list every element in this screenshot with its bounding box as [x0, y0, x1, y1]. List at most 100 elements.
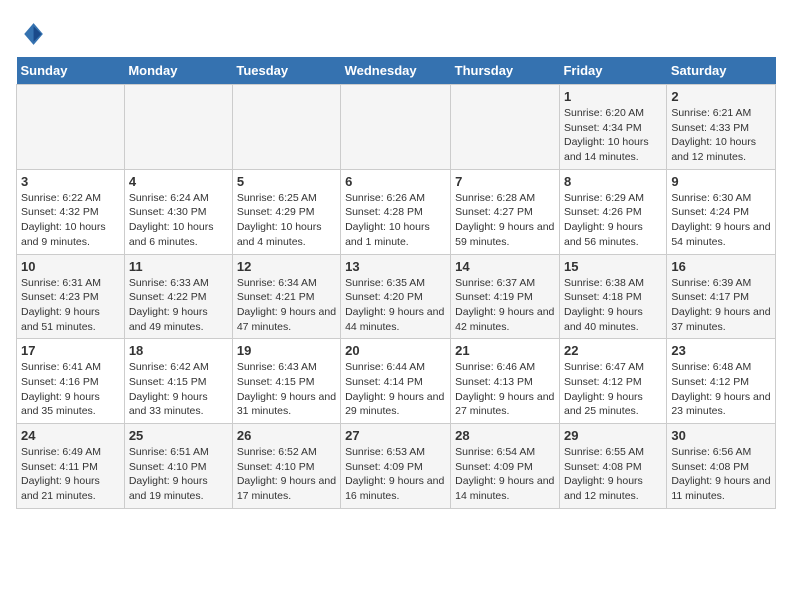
- day-number: 8: [564, 174, 662, 189]
- day-info: Sunrise: 6:48 AM Sunset: 4:12 PM Dayligh…: [671, 360, 771, 419]
- weekday-header-saturday: Saturday: [667, 57, 776, 85]
- calendar-cell: 21 Sunrise: 6:46 AM Sunset: 4:13 PM Dayli…: [451, 339, 560, 424]
- day-info: Sunrise: 6:31 AM Sunset: 4:23 PM Dayligh…: [21, 276, 120, 335]
- logo: [16, 20, 50, 53]
- day-info: Sunrise: 6:39 AM Sunset: 4:17 PM Dayligh…: [671, 276, 771, 335]
- day-info: Sunrise: 6:29 AM Sunset: 4:26 PM Dayligh…: [564, 191, 662, 250]
- day-info: Sunrise: 6:52 AM Sunset: 4:10 PM Dayligh…: [237, 445, 336, 504]
- calendar-cell: 10 Sunrise: 6:31 AM Sunset: 4:23 PM Dayli…: [17, 254, 125, 339]
- day-number: 3: [21, 174, 120, 189]
- day-number: 21: [455, 343, 555, 358]
- calendar-cell: 17 Sunrise: 6:41 AM Sunset: 4:16 PM Dayli…: [17, 339, 125, 424]
- day-info: Sunrise: 6:21 AM Sunset: 4:33 PM Dayligh…: [671, 106, 771, 165]
- day-number: 15: [564, 259, 662, 274]
- calendar-cell: 9 Sunrise: 6:30 AM Sunset: 4:24 PM Daylig…: [667, 169, 776, 254]
- day-number: 20: [345, 343, 446, 358]
- weekday-header-tuesday: Tuesday: [232, 57, 340, 85]
- day-info: Sunrise: 6:49 AM Sunset: 4:11 PM Dayligh…: [21, 445, 120, 504]
- day-info: Sunrise: 6:46 AM Sunset: 4:13 PM Dayligh…: [455, 360, 555, 419]
- day-number: 1: [564, 89, 662, 104]
- header: [16, 16, 776, 53]
- calendar-cell: 15 Sunrise: 6:38 AM Sunset: 4:18 PM Dayli…: [559, 254, 666, 339]
- weekday-header-monday: Monday: [124, 57, 232, 85]
- day-number: 24: [21, 428, 120, 443]
- calendar-cell: 16 Sunrise: 6:39 AM Sunset: 4:17 PM Dayli…: [667, 254, 776, 339]
- day-number: 6: [345, 174, 446, 189]
- calendar-cell: 30Sunrise: 6:56 AM Sunset: 4:08 PM Dayli…: [667, 424, 776, 509]
- day-info: Sunrise: 6:38 AM Sunset: 4:18 PM Dayligh…: [564, 276, 662, 335]
- day-number: 5: [237, 174, 336, 189]
- calendar-cell: 6 Sunrise: 6:26 AM Sunset: 4:28 PM Daylig…: [341, 169, 451, 254]
- calendar-cell: 13 Sunrise: 6:35 AM Sunset: 4:20 PM Dayli…: [341, 254, 451, 339]
- day-info: Sunrise: 6:35 AM Sunset: 4:20 PM Dayligh…: [345, 276, 446, 335]
- day-number: 22: [564, 343, 662, 358]
- calendar-cell: 2 Sunrise: 6:21 AM Sunset: 4:33 PM Daylig…: [667, 85, 776, 170]
- day-info: Sunrise: 6:43 AM Sunset: 4:15 PM Dayligh…: [237, 360, 336, 419]
- calendar-cell: 23 Sunrise: 6:48 AM Sunset: 4:12 PM Dayli…: [667, 339, 776, 424]
- calendar-cell: [451, 85, 560, 170]
- day-info: Sunrise: 6:33 AM Sunset: 4:22 PM Dayligh…: [129, 276, 228, 335]
- calendar-cell: 14 Sunrise: 6:37 AM Sunset: 4:19 PM Dayli…: [451, 254, 560, 339]
- weekday-header-sunday: Sunday: [17, 57, 125, 85]
- day-info: Sunrise: 6:51 AM Sunset: 4:10 PM Dayligh…: [129, 445, 228, 504]
- calendar-cell: 28 Sunrise: 6:54 AM Sunset: 4:09 PM Dayli…: [451, 424, 560, 509]
- day-info: Sunrise: 6:34 AM Sunset: 4:21 PM Dayligh…: [237, 276, 336, 335]
- day-number: 29: [564, 428, 662, 443]
- day-info: Sunrise: 6:42 AM Sunset: 4:15 PM Dayligh…: [129, 360, 228, 419]
- calendar-cell: [124, 85, 232, 170]
- calendar-header: SundayMondayTuesdayWednesdayThursdayFrid…: [17, 57, 776, 85]
- weekday-header-friday: Friday: [559, 57, 666, 85]
- day-number: 2: [671, 89, 771, 104]
- calendar-cell: 1Sunrise: 6:20 AM Sunset: 4:34 PM Daylig…: [559, 85, 666, 170]
- day-info: Sunrise: 6:56 AM Sunset: 4:08 PM Dayligh…: [671, 445, 771, 504]
- calendar-cell: 3 Sunrise: 6:22 AM Sunset: 4:32 PM Daylig…: [17, 169, 125, 254]
- weekday-header-wednesday: Wednesday: [341, 57, 451, 85]
- calendar-cell: 20 Sunrise: 6:44 AM Sunset: 4:14 PM Dayli…: [341, 339, 451, 424]
- calendar-cell: 5 Sunrise: 6:25 AM Sunset: 4:29 PM Daylig…: [232, 169, 340, 254]
- logo-icon: [18, 20, 46, 48]
- day-number: 4: [129, 174, 228, 189]
- day-info: Sunrise: 6:41 AM Sunset: 4:16 PM Dayligh…: [21, 360, 120, 419]
- day-info: Sunrise: 6:37 AM Sunset: 4:19 PM Dayligh…: [455, 276, 555, 335]
- day-info: Sunrise: 6:26 AM Sunset: 4:28 PM Dayligh…: [345, 191, 446, 250]
- day-number: 13: [345, 259, 446, 274]
- weekday-header-thursday: Thursday: [451, 57, 560, 85]
- day-info: Sunrise: 6:44 AM Sunset: 4:14 PM Dayligh…: [345, 360, 446, 419]
- day-number: 10: [21, 259, 120, 274]
- day-number: 17: [21, 343, 120, 358]
- calendar-cell: 22Sunrise: 6:47 AM Sunset: 4:12 PM Dayli…: [559, 339, 666, 424]
- day-info: Sunrise: 6:25 AM Sunset: 4:29 PM Dayligh…: [237, 191, 336, 250]
- day-info: Sunrise: 6:28 AM Sunset: 4:27 PM Dayligh…: [455, 191, 555, 250]
- day-number: 18: [129, 343, 228, 358]
- calendar-cell: [341, 85, 451, 170]
- day-info: Sunrise: 6:22 AM Sunset: 4:32 PM Dayligh…: [21, 191, 120, 250]
- day-info: Sunrise: 6:24 AM Sunset: 4:30 PM Dayligh…: [129, 191, 228, 250]
- calendar-cell: 18 Sunrise: 6:42 AM Sunset: 4:15 PM Dayli…: [124, 339, 232, 424]
- calendar-cell: 19 Sunrise: 6:43 AM Sunset: 4:15 PM Dayli…: [232, 339, 340, 424]
- day-number: 25: [129, 428, 228, 443]
- calendar-cell: 26 Sunrise: 6:52 AM Sunset: 4:10 PM Dayli…: [232, 424, 340, 509]
- day-number: 19: [237, 343, 336, 358]
- calendar-table: SundayMondayTuesdayWednesdayThursdayFrid…: [16, 57, 776, 509]
- calendar-cell: 12 Sunrise: 6:34 AM Sunset: 4:21 PM Dayli…: [232, 254, 340, 339]
- day-info: Sunrise: 6:54 AM Sunset: 4:09 PM Dayligh…: [455, 445, 555, 504]
- day-info: Sunrise: 6:55 AM Sunset: 4:08 PM Dayligh…: [564, 445, 662, 504]
- calendar-cell: 25 Sunrise: 6:51 AM Sunset: 4:10 PM Dayli…: [124, 424, 232, 509]
- calendar-cell: [17, 85, 125, 170]
- day-number: 9: [671, 174, 771, 189]
- calendar-cell: 4 Sunrise: 6:24 AM Sunset: 4:30 PM Daylig…: [124, 169, 232, 254]
- calendar-cell: 24 Sunrise: 6:49 AM Sunset: 4:11 PM Dayli…: [17, 424, 125, 509]
- day-number: 26: [237, 428, 336, 443]
- day-number: 12: [237, 259, 336, 274]
- day-info: Sunrise: 6:30 AM Sunset: 4:24 PM Dayligh…: [671, 191, 771, 250]
- day-info: Sunrise: 6:53 AM Sunset: 4:09 PM Dayligh…: [345, 445, 446, 504]
- day-number: 11: [129, 259, 228, 274]
- day-number: 16: [671, 259, 771, 274]
- day-number: 23: [671, 343, 771, 358]
- calendar-cell: 7 Sunrise: 6:28 AM Sunset: 4:27 PM Daylig…: [451, 169, 560, 254]
- day-number: 7: [455, 174, 555, 189]
- day-number: 27: [345, 428, 446, 443]
- calendar-cell: 27 Sunrise: 6:53 AM Sunset: 4:09 PM Dayli…: [341, 424, 451, 509]
- day-number: 28: [455, 428, 555, 443]
- day-number: 14: [455, 259, 555, 274]
